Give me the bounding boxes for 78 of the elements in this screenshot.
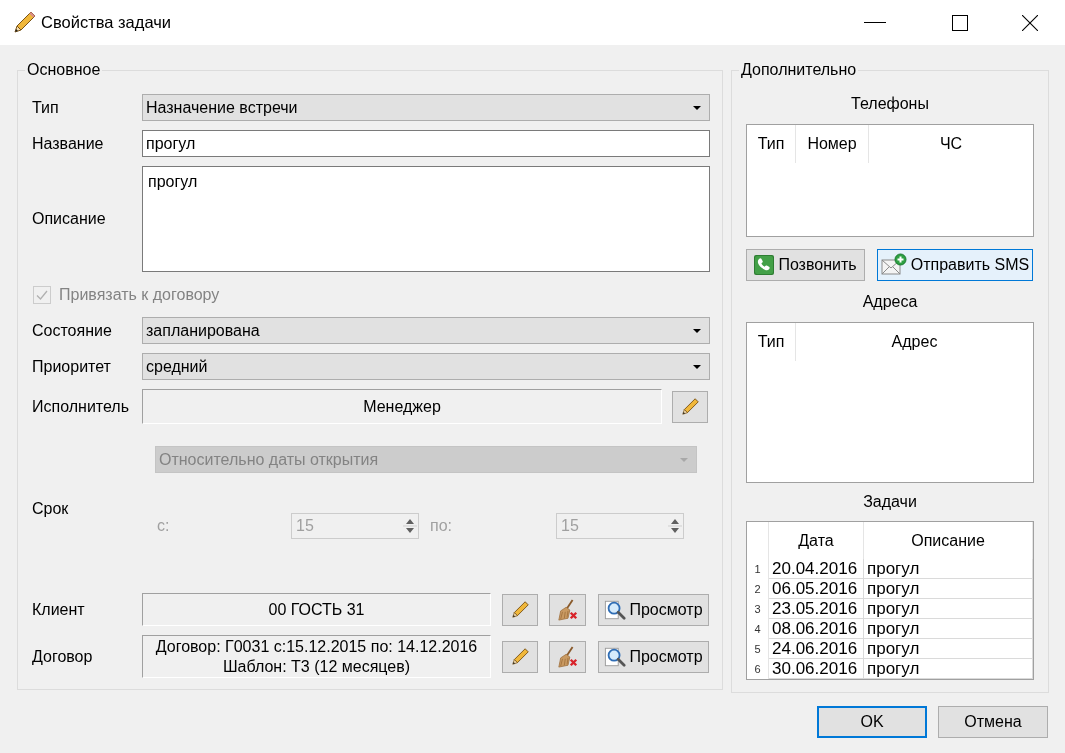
pencil-icon xyxy=(511,648,529,665)
caret-icon xyxy=(693,328,701,333)
phone-icon xyxy=(754,255,775,275)
field-label: Состояние xyxy=(32,321,112,340)
magnifier-icon xyxy=(604,598,627,621)
field-label: Приоритет xyxy=(32,357,111,376)
table-cell: 30.06.2016 xyxy=(769,659,864,679)
dropdown[interactable]: средний xyxy=(142,353,710,380)
row-number: 3 xyxy=(747,599,769,619)
row-number: 1 xyxy=(747,559,769,579)
table-cell: 06.05.2016 xyxy=(769,579,864,599)
column-header[interactable]: Дата xyxy=(769,522,864,559)
pencil-icon xyxy=(511,601,529,618)
cancel-button[interactable]: Отмена xyxy=(938,706,1048,738)
to-label: по: xyxy=(430,517,452,535)
row-number: 5 xyxy=(747,639,769,659)
clear-button[interactable] xyxy=(549,640,586,673)
field-label: Договор xyxy=(32,647,93,666)
column-header[interactable]: Описание xyxy=(864,522,1033,559)
linked-record-field: 00 ГОСТЬ 31 xyxy=(142,593,491,626)
field-label: Описание xyxy=(32,210,106,228)
field-label: Клиент xyxy=(32,600,85,619)
section-title: Задачи xyxy=(863,493,917,511)
view-button[interactable]: Просмотр xyxy=(598,593,709,626)
table-cell: 08.06.2016 xyxy=(769,619,864,639)
magnifier-icon xyxy=(604,645,627,668)
caret-icon xyxy=(680,457,688,462)
field-label: Название xyxy=(32,134,104,153)
ok-button[interactable]: OK xyxy=(817,706,927,738)
edit-button[interactable] xyxy=(502,593,538,626)
row-number: 4 xyxy=(747,619,769,639)
field-label: Тип xyxy=(32,98,59,117)
section-title: Телефоны xyxy=(851,95,929,113)
row-number: 2 xyxy=(747,579,769,599)
table-cell: 20.04.2016 xyxy=(769,559,864,579)
pencil-icon xyxy=(14,10,36,33)
send-sms-button[interactable]: Отправить SMS xyxy=(877,249,1033,281)
assignee-field: Менеджер xyxy=(142,389,662,424)
group-title: Дополнительно xyxy=(739,61,859,79)
section-title: Адреса xyxy=(862,293,918,311)
pencil-icon xyxy=(681,398,699,415)
table-cell: прогул xyxy=(864,599,1033,619)
text-area[interactable]: прогул xyxy=(142,166,710,272)
edit-button[interactable] xyxy=(502,640,538,673)
linked-record-field: Договор: Г0031 с:15.12.2015 по: 14.12.2016 Шаблон: Т3 (12 месяцев) xyxy=(142,635,491,678)
caret-icon xyxy=(693,364,701,369)
caret-icon xyxy=(693,105,701,110)
table-cell: прогул xyxy=(864,579,1033,599)
table-cell: прогул xyxy=(864,639,1033,659)
table-cell: прогул xyxy=(864,619,1033,639)
window-title: Свойства задачи xyxy=(41,13,172,32)
column-header[interactable]: Номер xyxy=(796,125,869,163)
column-header[interactable]: Тип xyxy=(747,125,796,163)
row-number: 6 xyxy=(747,659,769,679)
dropdown[interactable]: Назначение встречи xyxy=(142,94,710,121)
field-label: Срок xyxy=(32,499,69,518)
column-header[interactable]: Адрес xyxy=(796,323,1033,361)
view-button[interactable]: Просмотр xyxy=(598,640,709,673)
broom-icon xyxy=(556,598,579,621)
input-field[interactable]: прогул xyxy=(142,130,710,157)
table-cell: прогул xyxy=(864,559,1033,579)
minimize-icon xyxy=(864,22,886,23)
envelope-plus-icon xyxy=(880,253,907,277)
column-header[interactable]: ЧС xyxy=(869,125,1033,163)
table-cell: прогул xyxy=(864,659,1033,679)
checkmark-icon xyxy=(36,289,48,300)
field-label: Исполнитель xyxy=(32,397,129,416)
broom-icon xyxy=(556,645,579,668)
dropdown[interactable]: запланирована xyxy=(142,317,710,344)
call-button[interactable]: Позвонить xyxy=(746,249,865,281)
edit-button[interactable] xyxy=(672,390,708,423)
table-cell: 23.05.2016 xyxy=(769,599,864,619)
clear-button[interactable] xyxy=(549,593,586,626)
from-label: с: xyxy=(157,517,170,535)
close-icon xyxy=(1022,14,1038,31)
column-header[interactable]: Тип xyxy=(747,323,796,361)
table-cell: 24.06.2016 xyxy=(769,639,864,659)
maximize-icon xyxy=(952,14,968,31)
